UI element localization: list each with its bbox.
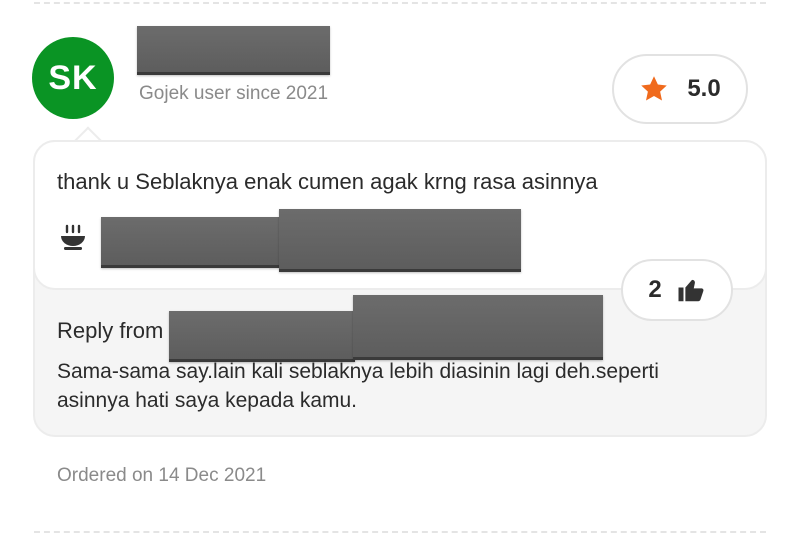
redacted-merchant-name-extra xyxy=(353,295,603,360)
top-divider xyxy=(34,2,766,4)
rating-value: 5.0 xyxy=(687,75,721,102)
redacted-dish-name-extra xyxy=(279,209,521,272)
rating-badge: 5.0 xyxy=(612,54,748,124)
reply-text: Sama-sama say.lain kali seblaknya lebih … xyxy=(57,360,659,412)
food-bowl-icon xyxy=(59,224,87,252)
bottom-divider xyxy=(34,531,766,533)
redacted-merchant-name xyxy=(169,311,355,362)
star-icon xyxy=(639,74,669,104)
thumbs-up-icon xyxy=(676,275,706,305)
avatar-initials: SK xyxy=(48,58,98,97)
like-button[interactable]: 2 xyxy=(621,259,733,321)
reply-from-label: Reply from xyxy=(57,318,164,343)
redacted-username xyxy=(137,26,330,75)
avatar: SK xyxy=(32,37,114,119)
user-since-text: Gojek user since 2021 xyxy=(139,83,329,104)
order-date: Ordered on 14 Dec 2021 xyxy=(57,465,267,486)
like-count: 2 xyxy=(648,276,662,303)
redacted-dish-name xyxy=(101,217,281,268)
review-text: thank u Seblaknya enak cumen agak krng r… xyxy=(57,169,598,194)
